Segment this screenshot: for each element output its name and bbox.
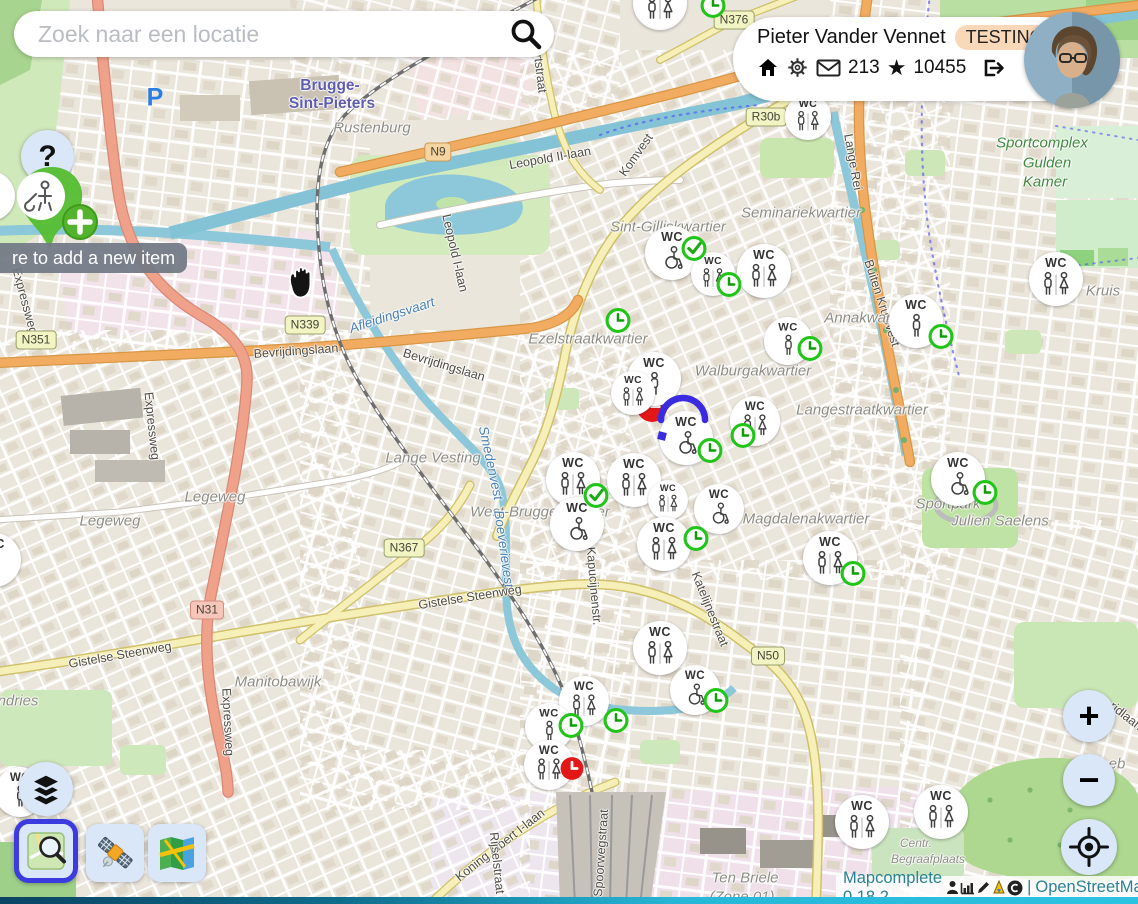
background-layer-satellite-button[interactable] [86, 824, 144, 882]
home-icon[interactable] [757, 57, 779, 79]
map-marker-wc[interactable]: WC [914, 785, 968, 839]
opening-hours-badge [972, 479, 999, 511]
edit-icon[interactable] [976, 880, 991, 895]
opening-hours-badge [703, 687, 730, 719]
user-name: Pieter Vander Vennet [757, 26, 946, 49]
zoom-out-label: − [1078, 759, 1099, 801]
attribution-separator: | [1027, 878, 1031, 897]
copyright-icon[interactable] [1007, 880, 1023, 896]
map-marker-wc[interactable]: WC [611, 371, 655, 415]
messages-count[interactable]: 213 [848, 57, 880, 79]
search-icon[interactable] [508, 16, 544, 52]
osm-map-icon [25, 830, 67, 872]
layers-icon [27, 770, 65, 808]
attribution-osm-link[interactable]: OpenStreetMap [1035, 878, 1138, 897]
opening-hours-badge [697, 437, 724, 469]
opening-hours-badge [559, 755, 586, 787]
opening-hours-badge [605, 307, 632, 339]
crosshair-icon [1068, 826, 1110, 868]
opening-hours-badge [603, 707, 630, 739]
world-map-icon [155, 831, 199, 875]
mascot-icon[interactable] [992, 880, 1006, 895]
theme-bottom-bar [0, 897, 1138, 904]
satellite-icon [93, 831, 137, 875]
avatar[interactable] [1024, 12, 1120, 108]
layers-button[interactable] [19, 762, 73, 816]
opening-hours-badge [840, 560, 867, 592]
zoom-in-label: + [1078, 695, 1099, 737]
opening-hours-badge [700, 0, 727, 24]
opening-hours-badge [558, 712, 585, 744]
map-marker-wc[interactable]: WC [737, 244, 791, 298]
add-item-tooltip: re to add a new item [0, 243, 187, 273]
zoom-in-button[interactable]: + [1063, 690, 1115, 742]
opening-hours-badge [681, 235, 708, 267]
opening-hours-badge [730, 422, 757, 454]
opening-hours-badge [716, 271, 743, 303]
opening-hours-badge [583, 482, 610, 514]
geolocate-button[interactable] [1061, 819, 1117, 875]
community-icon[interactable] [946, 880, 959, 895]
logout-icon[interactable] [981, 57, 1005, 79]
changeset-count[interactable]: 10455 [913, 57, 966, 79]
opening-hours-badge [683, 525, 710, 557]
background-layer-map-button[interactable] [148, 824, 206, 882]
opening-hours-badge [797, 335, 824, 367]
messages-icon[interactable] [816, 59, 841, 77]
map-marker-wc[interactable]: WC [0, 533, 21, 587]
star-icon: ★ [887, 57, 907, 79]
selected-marker-arc-icon [653, 388, 713, 424]
mapcomplete-app: Brugge-Sint-PietersRustenburgVaartstraat… [0, 0, 1138, 904]
hand-cursor-icon [281, 262, 317, 300]
map-marker-wc[interactable]: WC [633, 621, 687, 675]
zoom-out-button[interactable]: − [1063, 754, 1115, 806]
map-marker-wc[interactable]: WC [633, 0, 687, 30]
search-bar[interactable] [14, 11, 554, 57]
gear-icon[interactable] [786, 56, 809, 79]
search-input[interactable] [36, 20, 508, 49]
map-marker-wc[interactable]: WC [648, 480, 688, 520]
attribution-bar: Mapcomplete 0.18.2 | OpenStreetMap [836, 876, 1138, 899]
map-marker-wc[interactable]: WC [835, 795, 889, 849]
background-layer-osm-button[interactable] [14, 819, 78, 883]
map-markers-layer: WCWCWCWCWCWCWCWCWCWCWCWCWCWCWCWCWCWCWCWC… [0, 0, 1138, 904]
map-marker-wc[interactable]: WC [1029, 252, 1083, 306]
statistics-icon[interactable] [960, 880, 975, 895]
opening-hours-badge [928, 323, 955, 355]
